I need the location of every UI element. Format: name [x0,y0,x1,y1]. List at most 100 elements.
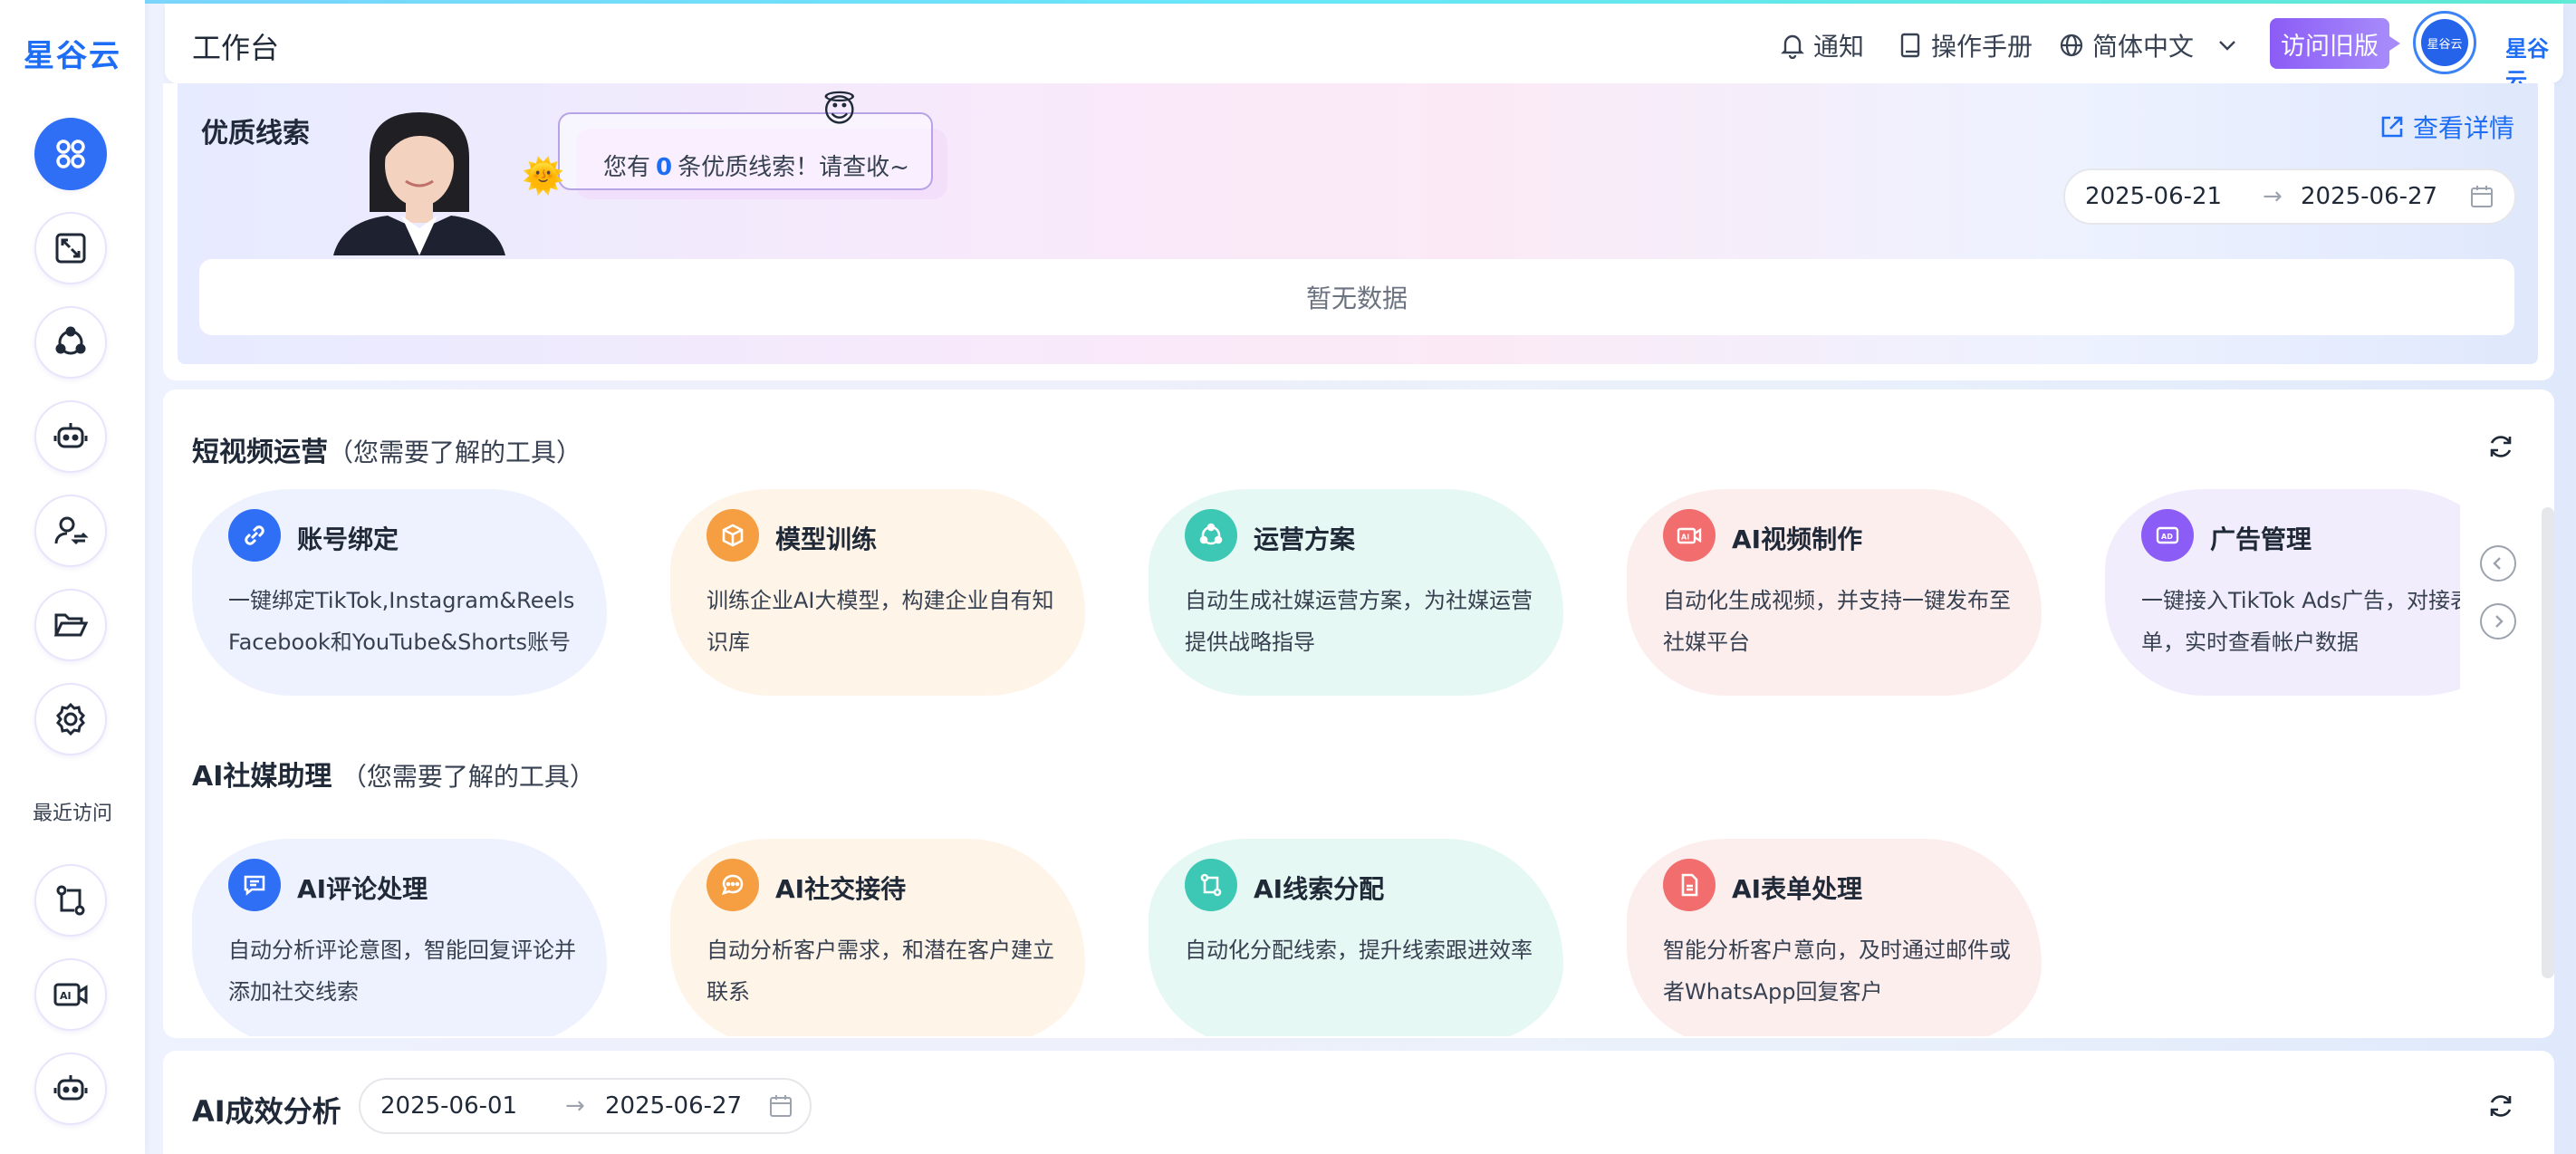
card-title: 账号绑定 [297,524,399,554]
card-title: 广告管理 [2210,524,2312,554]
card-ad-management[interactable]: AD 广告管理 一键接入TikTok Ads广告，对接表单，实时查看帐户数据 [2105,489,2460,696]
recent-ai-video-button[interactable]: AI [34,958,107,1031]
leads-date-start[interactable]: 2025-06-21 [2085,183,2222,210]
language-select[interactable]: 简体中文 [2058,27,2241,63]
cube-icon [706,509,759,562]
card-description: 自动分析评论意图，智能回复评论并添加社交线索 [228,938,576,1005]
ai-assistant-section-title: AI社媒助理 （您需要了解的工具） [192,761,595,793]
svg-text:AD: AD [2161,533,2173,541]
ai-assistant-hint: （您需要了解的工具） [341,762,595,792]
vertical-scrollbar[interactable] [2542,507,2554,978]
avatar[interactable]: 星谷云 [2413,11,2476,74]
quality-leads-title: 优质线索 [201,118,310,149]
document-icon [1663,859,1716,911]
gear-icon [56,702,85,736]
route-icon [1185,859,1237,911]
svg-text:AI: AI [1681,534,1689,542]
sun-emoji-icon: 🌞 [522,156,565,196]
recent-access-label: 最近访问 [32,803,112,825]
tools-clip-area: 短视频运营（您需要了解的工具） 账号绑定 一键绑定TikTok,Instagra… [163,389,2460,1038]
card-ai-comment[interactable]: AI评论处理 自动分析评论意图，智能回复评论并添加社交线索 [192,839,607,1036]
bell-icon [1781,34,1804,59]
scroll-right-button[interactable] [2480,603,2516,640]
top-header: 工作台 通知 操作手册 简体中文 访问旧版 星谷云 星谷云 [165,4,2563,93]
card-description: 自动生成社媒运营方案，为社媒运营提供战略指导 [1185,588,1533,655]
card-ai-lead-assign[interactable]: AI线索分配 自动化分配线索，提升线索跟进效率 [1149,839,1563,1036]
refresh-icon[interactable] [2485,431,2516,462]
tools-panel: 短视频运营（您需要了解的工具） 账号绑定 一键绑定TikTok,Instagra… [163,389,2554,1038]
card-description: 自动化分配线索，提升线索跟进效率 [1185,938,1533,963]
svg-text:AI: AI [60,990,72,1002]
sidebar-settings-button[interactable] [34,683,107,755]
route-icon [56,885,85,916]
view-detail-label: 查看详情 [2413,113,2515,143]
sidebar-expand-button[interactable] [34,212,107,284]
expand-frame-icon [55,233,86,264]
card-description: 一键接入TikTok Ads广告，对接表单，实时查看帐户数据 [2141,588,2460,655]
card-account-binding[interactable]: 账号绑定 一键绑定TikTok,Instagram&Reels Facebook… [192,489,607,696]
chevron-down-icon [2219,41,2235,51]
sidebar-operation-button[interactable] [34,306,107,379]
ai-video-icon: AI [1663,509,1716,562]
quality-leads-banner: 优质线索 😇 🌞 您有 0 条优质线索！请查收~ 查看详情 2025-06-21 →… [178,83,2538,364]
notify-link[interactable]: 通知 [1779,27,1864,63]
card-title: AI社交接待 [775,874,907,904]
leads-date-range-picker[interactable]: 2025-06-21 → 2025-06-27 [2063,168,2516,225]
app-logo: 星谷云 [24,38,121,74]
card-title: 模型训练 [775,524,878,554]
robot-icon [53,1075,88,1101]
card-ai-social-reception[interactable]: AI社交接待 自动分析客户需求，和潜在客户建立联系 [670,839,1085,1036]
card-ai-form[interactable]: AI表单处理 智能分析客户意向，及时通过邮件或者WhatsApp回复客户 [1627,839,2042,1036]
page-title: 工作台 [192,31,280,65]
scroll-left-button[interactable] [2480,545,2516,582]
old-version-button[interactable]: 访问旧版 [2270,18,2400,69]
card-description: 自动分析客户需求，和潜在客户建立联系 [706,938,1054,1005]
card-description: 一键绑定TikTok,Instagram&Reels Facebook和YouT… [228,588,575,655]
manual-link[interactable]: 操作手册 [1897,27,2033,63]
assistant-avatar-illustration [333,112,505,255]
short-video-section-title: 短视频运营（您需要了解的工具） [192,437,582,468]
smile-emoji-icon: 😇 [822,92,857,130]
manual-label: 操作手册 [1931,32,2033,62]
recent-lead-assign-button[interactable] [34,864,107,937]
card-ai-video[interactable]: AI AI视频制作 自动化生成视频，并支持一键发布至社媒平台 [1627,489,2042,696]
quality-leads-panel: 优质线索 😇 🌞 您有 0 条优质线索！请查收~ 查看详情 2025-06-21 →… [163,83,2554,380]
card-title: AI表单处理 [1732,874,1863,904]
ai-effect-panel: AI成效分析 2025-06-01 → 2025-06-27 [163,1051,2554,1154]
card-model-training[interactable]: 模型训练 训练企业AI大模型，构建企业自有知识库 [670,489,1085,696]
robot-icon [53,423,88,448]
chevron-left-icon [2493,557,2501,570]
link-icon [228,509,281,562]
effect-date-start[interactable]: 2025-06-01 [380,1092,517,1120]
chat-dots-icon [706,859,759,911]
recent-robot-button[interactable] [34,1053,107,1125]
user-switch-icon [54,516,89,545]
short-video-hint: （您需要了解的工具） [328,438,582,467]
date-separator-arrow: → [2263,183,2283,210]
effect-date-end[interactable]: 2025-06-27 [605,1092,742,1120]
cycle-nodes-icon [55,326,86,355]
leads-date-end[interactable]: 2025-06-27 [2301,183,2437,210]
view-detail-link[interactable]: 查看详情 [2379,109,2514,145]
sidebar-robot-button[interactable] [34,400,107,473]
book-icon [1900,33,1920,58]
card-description: 自动化生成视频，并支持一键发布至社媒平台 [1663,588,2011,655]
refresh-icon[interactable] [2485,1091,2516,1121]
card-description: 智能分析客户意向，及时通过邮件或者WhatsApp回复客户 [1663,938,2011,1005]
leads-message: 您有 0 条优质线索！请查收~ [603,154,909,181]
message-icon [228,859,281,911]
sidebar: 星谷云 最近访问 AI [0,0,145,1154]
card-title: 运营方案 [1254,524,1356,554]
sidebar-folder-button[interactable] [34,589,107,661]
card-title: AI视频制作 [1732,524,1863,554]
leads-count: 0 [656,154,673,181]
chevron-right-icon [2495,615,2504,628]
card-operation-plan[interactable]: 运营方案 自动生成社媒运营方案，为社媒运营提供战略指导 [1149,489,1563,696]
sidebar-user-switch-button[interactable] [34,495,107,567]
sidebar-workbench-button[interactable] [34,118,107,190]
effect-date-range-picker[interactable]: 2025-06-01 → 2025-06-27 [359,1078,812,1134]
card-title: AI评论处理 [297,874,428,904]
calendar-icon [770,1095,792,1117]
ad-icon: AD [2141,509,2194,562]
ai-effect-title: AI成效分析 [192,1094,341,1129]
